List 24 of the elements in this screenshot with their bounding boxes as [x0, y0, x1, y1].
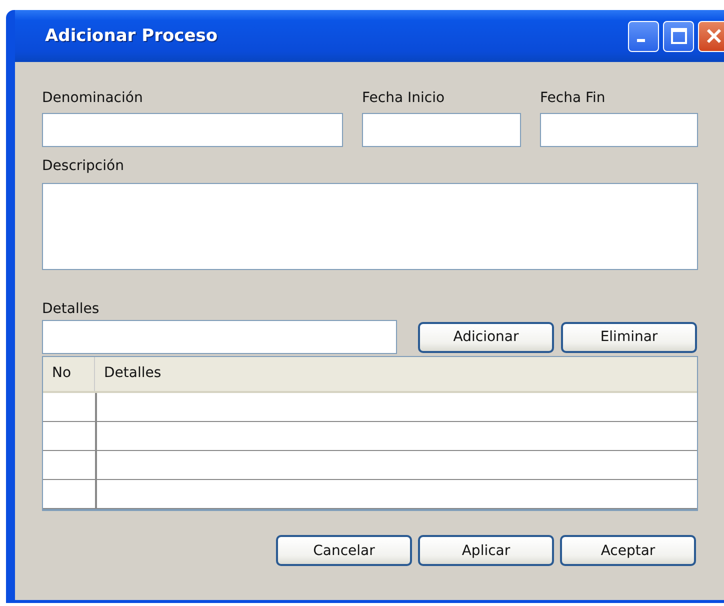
window-title: Adicionar Proceso	[45, 26, 219, 46]
maximize-button[interactable]	[663, 20, 694, 52]
maximize-icon	[670, 27, 688, 45]
column-header[interactable]: No	[43, 357, 95, 391]
field-label: Fecha Fin	[540, 89, 606, 108]
field-label: Detalles	[42, 300, 100, 319]
close-icon	[704, 27, 722, 45]
cancel-button[interactable]: Cancelar	[276, 535, 412, 566]
delete-button[interactable]: Eliminar	[561, 322, 697, 352]
close-button[interactable]	[698, 20, 724, 52]
description-field[interactable]	[42, 183, 698, 270]
field-label: Denominación	[42, 89, 143, 108]
add-button[interactable]: Adicionar	[418, 322, 554, 352]
field-label: Fecha Inicio	[362, 89, 445, 108]
field-label: Descripción	[42, 157, 124, 176]
name-field[interactable]	[42, 113, 343, 147]
column-header[interactable]: Detalles	[95, 357, 162, 391]
start-date-field[interactable]	[362, 113, 521, 147]
end-date-field[interactable]	[540, 113, 698, 147]
apply-button[interactable]: Aplicar	[418, 535, 554, 566]
minimize-button[interactable]	[628, 20, 659, 52]
minimize-icon	[636, 38, 644, 42]
accept-button[interactable]: Aceptar	[560, 535, 696, 566]
details-input-field[interactable]	[42, 320, 397, 354]
